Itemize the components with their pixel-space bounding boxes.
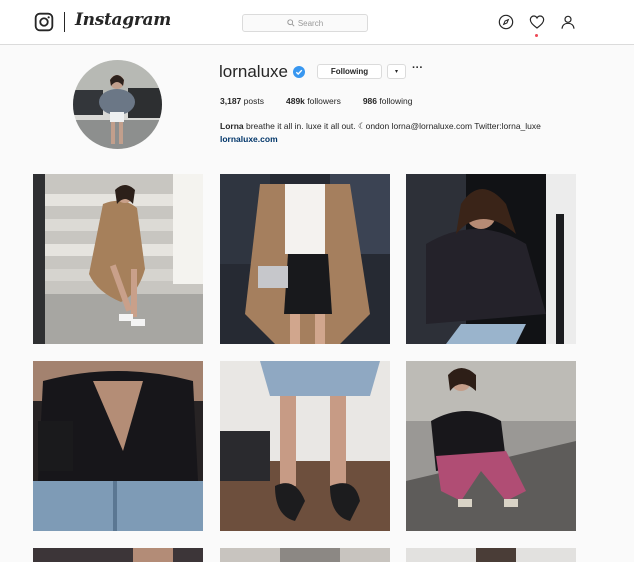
posts-label: posts <box>243 96 264 106</box>
instagram-wordmark[interactable]: Instagram <box>75 10 171 30</box>
photo-car-lace <box>406 174 576 344</box>
following-label: following <box>379 96 413 106</box>
person-icon[interactable] <box>560 14 576 30</box>
profile-username: lornaluxe <box>219 62 288 81</box>
heart-icon[interactable] <box>529 14 545 30</box>
post-tile[interactable] <box>406 174 576 344</box>
followers-count: 489k <box>285 96 305 106</box>
posts-count: 3,187 <box>220 96 242 106</box>
compass-icon[interactable] <box>498 14 514 30</box>
post-tile[interactable] <box>406 548 576 562</box>
following-stat[interactable]: 986 following <box>363 96 413 106</box>
post-tile[interactable] <box>33 174 203 344</box>
profile-stats: 3,187 posts 489k followers 986 following <box>220 96 434 106</box>
followers-label: followers <box>307 96 341 106</box>
photo-partial <box>33 548 203 562</box>
photo-heels <box>220 361 390 531</box>
verified-badge-icon <box>293 66 305 78</box>
notification-dot <box>535 34 538 37</box>
posts-stat: 3,187 posts <box>220 96 264 106</box>
photo-lace-top-bag <box>33 361 203 531</box>
post-tile[interactable] <box>33 361 203 531</box>
post-tile[interactable] <box>220 548 390 562</box>
post-tile[interactable] <box>220 361 390 531</box>
post-tile[interactable] <box>220 174 390 344</box>
bio-website-link[interactable]: lornaluxe.com <box>220 133 600 146</box>
following-count: 986 <box>362 96 378 106</box>
more-options-icon[interactable]: ··· <box>412 62 423 74</box>
bio-text: breathe it all in. luxe it all out. ☾ond… <box>246 121 541 131</box>
photo-stairs-trench <box>33 174 203 344</box>
following-button[interactable]: Following <box>317 64 382 79</box>
post-tile[interactable] <box>406 361 576 531</box>
photo-pink-pants <box>406 361 576 531</box>
top-nav: Instagram Search <box>0 0 634 45</box>
nav-divider <box>64 12 65 32</box>
search-icon <box>287 19 295 27</box>
instagram-camera-icon[interactable] <box>34 12 54 32</box>
suggested-dropdown-button[interactable]: ▾ <box>387 64 406 79</box>
photo-trench-skirt <box>220 174 390 344</box>
avatar[interactable] <box>73 60 162 149</box>
photo-partial <box>220 548 390 562</box>
bio-name: Lorna <box>220 121 244 131</box>
search-placeholder: Search <box>297 18 324 28</box>
search-input[interactable]: Search <box>242 14 368 32</box>
profile-bio: Lorna breathe it all in. luxe it all out… <box>220 120 600 146</box>
post-tile[interactable] <box>33 548 203 562</box>
photo-partial <box>406 548 576 562</box>
followers-stat[interactable]: 489k followers <box>286 96 341 106</box>
